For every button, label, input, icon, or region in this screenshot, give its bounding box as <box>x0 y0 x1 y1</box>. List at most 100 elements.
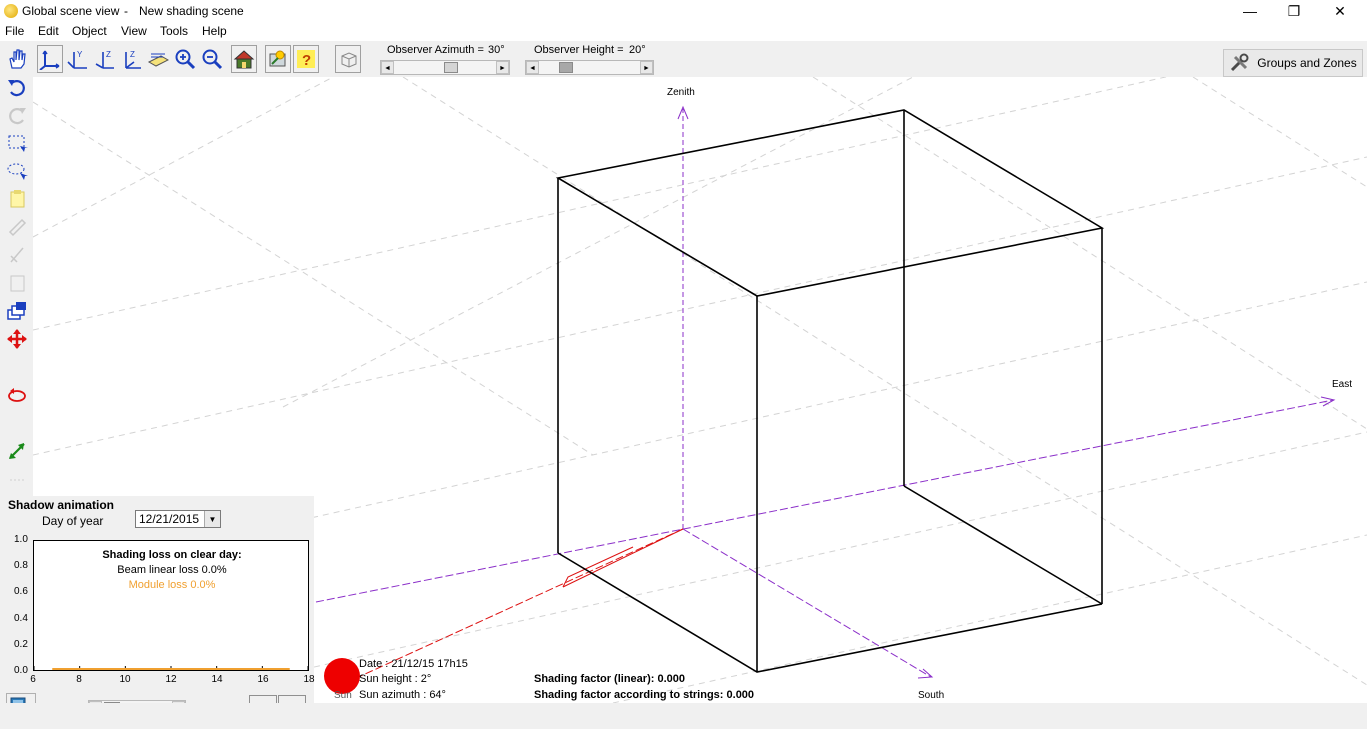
paste-button[interactable] <box>3 186 30 212</box>
redo-button[interactable] <box>3 102 30 128</box>
layers-button[interactable] <box>3 298 30 324</box>
menu-view[interactable]: View <box>121 24 147 38</box>
view-yz-button[interactable]: Z <box>118 45 144 73</box>
shading-factor-linear: Shading factor (linear): 0.000 <box>534 673 685 685</box>
redo-icon <box>8 108 26 125</box>
disabled-tool-button[interactable] <box>3 466 30 492</box>
shading-loss-chart: 0.0 0.2 0.4 0.6 0.8 1.0 Shading loss on clear… <box>0 534 315 691</box>
restore-button[interactable]: ❐ <box>1271 0 1317 22</box>
x-tick-label: 10 <box>119 674 131 685</box>
minimize-button[interactable]: — <box>1227 0 1273 22</box>
rotate-view-button[interactable] <box>3 382 30 408</box>
height-slider[interactable]: ◄ ► <box>525 60 654 75</box>
undo-button[interactable] <box>3 74 30 100</box>
view-3d-axes-button[interactable] <box>37 45 63 73</box>
axes-3d-icon <box>39 50 60 70</box>
lasso-select-button[interactable] <box>3 158 30 184</box>
x-tick-label: 14 <box>211 674 223 685</box>
chart-plot-area: Shading loss on clear day: Beam linear l… <box>33 540 309 671</box>
azimuth-slider-thumb[interactable] <box>444 62 458 73</box>
help-button[interactable]: ? <box>293 45 319 73</box>
window-title: Global scene view <box>22 4 120 18</box>
menu-object[interactable]: Object <box>72 24 107 38</box>
plane-icon <box>147 53 169 67</box>
azimuth-label: Observer Azimuth = <box>387 44 484 56</box>
rect-select-button[interactable] <box>3 130 30 156</box>
pan-tool-button[interactable] <box>3 46 30 72</box>
undo-icon <box>7 80 25 97</box>
sun-drawing-icon <box>269 50 286 67</box>
shadow-animation-panel: Shadow animation Day of year 12/21/2015 … <box>0 496 315 729</box>
sun-azimuth: Sun azimuth : 64° <box>359 689 446 701</box>
date-value: 12/21/2015 <box>139 512 200 526</box>
menu-tools[interactable]: Tools <box>160 24 188 38</box>
y-tick-label: 0.4 <box>14 612 28 624</box>
empty-tool-button[interactable] <box>3 410 30 436</box>
y-tick-label: 1.0 <box>14 534 28 545</box>
view-plane-button[interactable] <box>145 45 171 73</box>
sun-label: Sun <box>334 690 352 701</box>
date-picker[interactable]: 12/21/2015 ▼ <box>135 510 221 528</box>
hand-icon <box>8 49 26 69</box>
edit-object-icon <box>8 218 26 237</box>
y-tick-label: 0.2 <box>14 638 28 650</box>
sun-icon <box>324 658 360 694</box>
shadow-animation-title: Shadow animation <box>8 498 115 512</box>
height-label: Observer Height = <box>534 44 624 56</box>
svg-text:Z: Z <box>106 50 111 59</box>
menu-edit[interactable]: Edit <box>38 24 59 38</box>
menu-help[interactable]: Help <box>202 24 227 38</box>
cube-icon <box>341 52 357 68</box>
arrow-right-icon[interactable]: ► <box>640 61 653 74</box>
rotate-object-button[interactable] <box>3 242 30 268</box>
groups-and-zones-button[interactable]: Groups and Zones <box>1223 49 1363 77</box>
document-title: New shading scene <box>139 4 244 18</box>
axes-xz-icon: Z <box>95 50 114 69</box>
home-view-button[interactable] <box>231 45 257 73</box>
module-loss-label: Module loss 0.0% <box>128 579 216 591</box>
zoom-in-button[interactable] <box>172 45 198 73</box>
svg-text:Z: Z <box>130 50 135 59</box>
zoom-in-icon <box>175 49 196 70</box>
arrow-right-icon[interactable]: ► <box>496 61 509 74</box>
chevron-down-icon[interactable]: ▼ <box>204 511 220 527</box>
move-arrows-icon <box>6 329 27 349</box>
zoom-out-button[interactable] <box>199 45 225 73</box>
title-bar: Global scene view - New shading scene — … <box>0 0 1367 22</box>
zoom-out-icon <box>202 49 223 70</box>
view-xz-button[interactable]: Z <box>91 45 117 73</box>
edit-object-button[interactable] <box>3 214 30 240</box>
azimuth-slider[interactable]: ◄ ► <box>380 60 510 75</box>
view-xy-button[interactable]: Y <box>64 45 90 73</box>
move-button[interactable] <box>3 326 30 352</box>
chart-title: Shading loss on clear day: <box>102 549 242 561</box>
arrow-left-icon[interactable]: ◄ <box>381 61 394 74</box>
svg-text:?: ? <box>302 52 311 69</box>
east-axis <box>315 399 1334 603</box>
zenith-label: Zenith <box>667 87 695 98</box>
status-bar <box>0 703 1367 729</box>
day-of-year-label: Day of year <box>42 514 104 528</box>
arrow-left-icon[interactable]: ◄ <box>526 61 539 74</box>
y-tick-label: 0.8 <box>14 560 28 572</box>
shading-factor-strings: Shading factor according to strings: 0.0… <box>534 689 755 701</box>
menu-file[interactable]: File <box>5 24 24 38</box>
question-icon: ? <box>297 50 315 69</box>
tools-icon <box>1231 53 1249 72</box>
y-tick-label: 0.0 <box>14 665 28 676</box>
dots-icon <box>9 479 24 481</box>
south-axis <box>682 528 932 678</box>
rotate-icon <box>7 388 26 402</box>
menu-bar: File Edit Object View Tools Help <box>0 22 1367 41</box>
delete-object-button[interactable] <box>3 270 30 296</box>
measure-button[interactable] <box>3 438 30 464</box>
height-slider-thumb[interactable] <box>559 62 573 73</box>
x-tick-label: 16 <box>257 674 269 685</box>
sun-date: Date : 21/12/15 17h15 <box>359 658 468 670</box>
close-button[interactable]: ✕ <box>1317 0 1363 22</box>
east-label: East <box>1332 379 1353 390</box>
title-separator: - <box>124 4 128 18</box>
object-view-button[interactable] <box>335 45 361 73</box>
sun-position-button[interactable] <box>265 45 291 73</box>
document-icon <box>10 275 24 292</box>
